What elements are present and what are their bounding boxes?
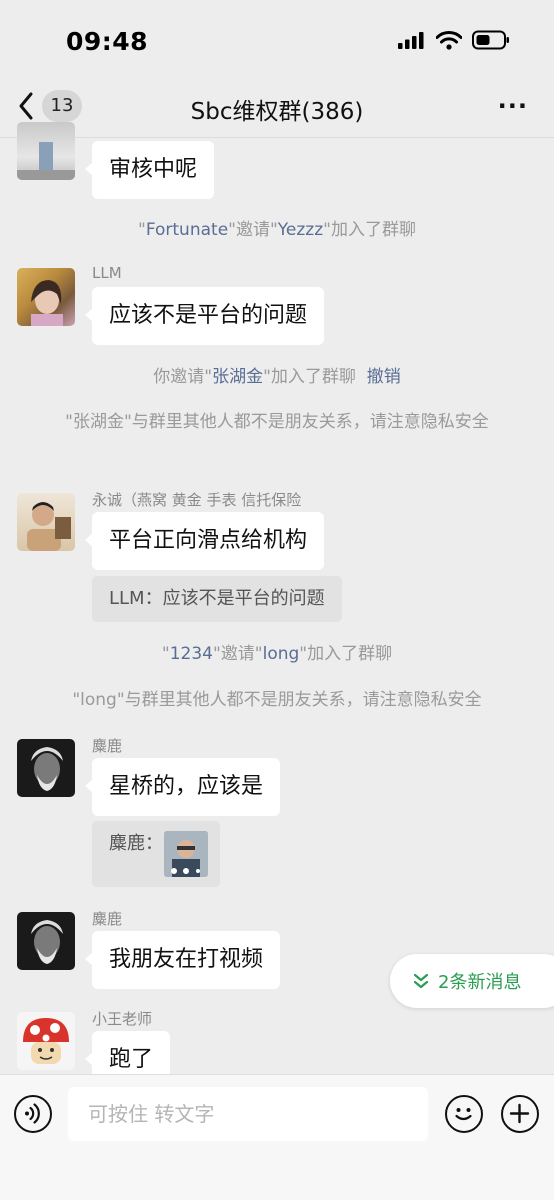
system-message: "Fortunate"邀请"Yezzz"加入了群聊 [138, 220, 416, 240]
message-bubble[interactable]: 审核中呢 [84, 141, 215, 199]
quoted-message[interactable]: LLM：应该不是平台的问题 [92, 576, 342, 622]
sender-name: 麋鹿 [92, 737, 123, 755]
status-icons [398, 30, 510, 50]
status-bar: 09:48 [0, 0, 554, 80]
avatar[interactable] [17, 268, 75, 326]
message-bubble[interactable]: 平台正向滑点给机构 [84, 512, 325, 570]
message-bubble[interactable]: 应该不是平台的问题 [84, 287, 325, 345]
member-name-link[interactable]: 1234 [170, 644, 213, 664]
chat-header: 13 Sbc维权群(386) ··· [0, 80, 554, 138]
voice-icon [25, 1103, 40, 1124]
input-bar: 可按住 转文字 [0, 1074, 554, 1200]
battery-icon [472, 30, 509, 50]
member-name-link[interactable]: 张湖金 [212, 367, 263, 387]
voice-button[interactable] [14, 1095, 52, 1133]
quote-sender: 麋鹿： [109, 833, 163, 854]
sender-name: 永诚（燕窝 黄金 手表 信托保险 [92, 491, 302, 509]
quoted-message[interactable]: 麋鹿： [92, 821, 220, 887]
avatar[interactable] [17, 739, 75, 797]
chat-title: Sbc维权群(386) [190, 99, 364, 125]
message-input[interactable]: 可按住 转文字 [68, 1087, 428, 1141]
video-thumbnail-icon [164, 831, 208, 877]
wifi-icon [436, 30, 462, 50]
more-options-button[interactable]: ··· [498, 92, 528, 120]
member-name-link[interactable]: long [263, 644, 300, 664]
double-chevron-down-icon [413, 973, 429, 989]
avatar[interactable] [17, 122, 75, 180]
message-bubble[interactable]: 星桥的，应该是 [84, 758, 281, 816]
status-time: 09:48 [66, 27, 149, 56]
emoji-icon [455, 1108, 472, 1121]
video-thumbnail[interactable] [164, 831, 208, 877]
avatar[interactable] [17, 912, 75, 970]
sender-name: 麋鹿 [92, 910, 123, 928]
avatar[interactable] [17, 1012, 75, 1070]
system-message: "1234"邀请"long"加入了群聊 [161, 644, 393, 664]
member-name-link[interactable]: Yezzz [278, 220, 323, 240]
sender-name: LLM [92, 264, 122, 282]
cellular-signal-icon [398, 32, 424, 49]
revoke-link[interactable]: 撤销 [367, 367, 401, 387]
new-messages-button[interactable]: 2条新消息 [390, 954, 554, 1008]
system-message: "张湖金"与群里其他人都不是朋友关系，请注意隐私安全 [65, 412, 489, 432]
system-message: 你邀请"张湖金"加入了群聊 撤销 [153, 367, 401, 387]
avatar[interactable] [17, 493, 75, 551]
emoji-button[interactable] [445, 1095, 483, 1133]
message-bubble[interactable]: 我朋友在打视频 [84, 931, 281, 989]
plus-icon [509, 1103, 530, 1124]
member-name-link[interactable]: Fortunate [146, 220, 228, 240]
sender-name: 小王老师 [92, 1010, 153, 1028]
system-message: "long"与群里其他人都不是朋友关系，请注意隐私安全 [72, 690, 482, 710]
add-button[interactable] [501, 1095, 539, 1133]
new-messages-label: 2条新消息 [438, 972, 522, 993]
